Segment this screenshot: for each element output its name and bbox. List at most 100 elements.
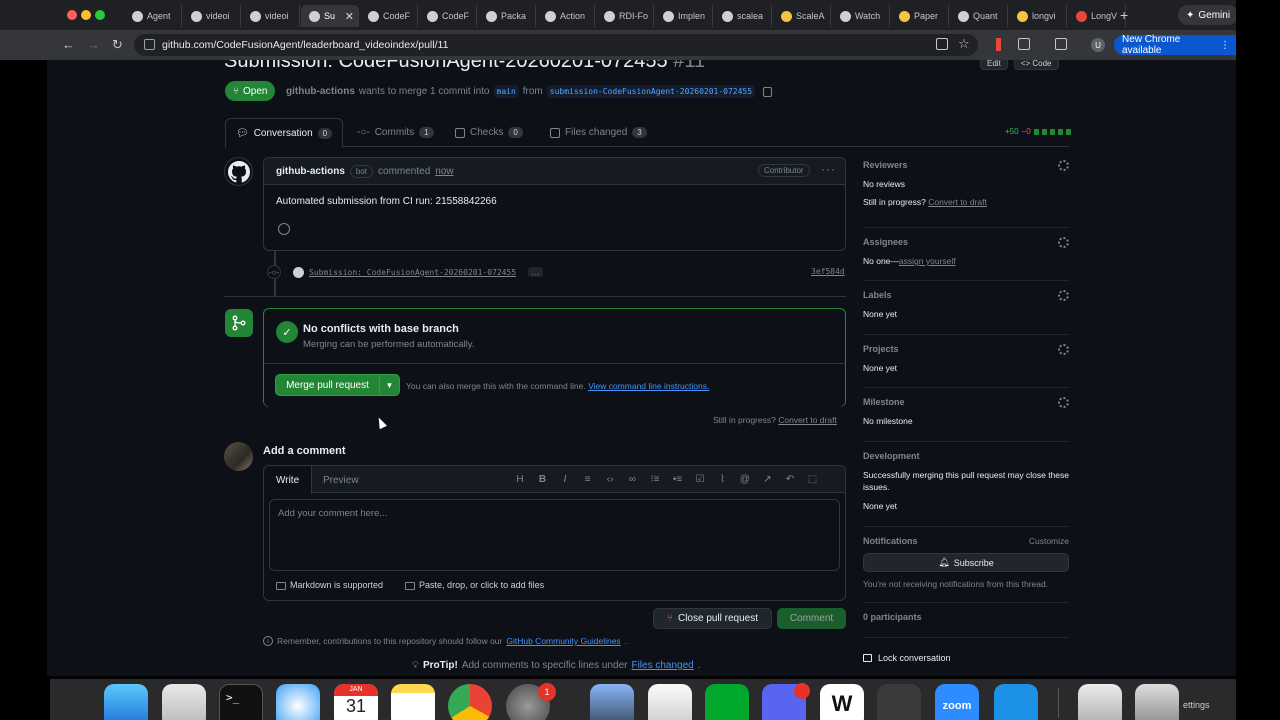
reload-icon[interactable]: ↻ bbox=[112, 37, 123, 53]
extension-icon[interactable] bbox=[996, 38, 1001, 51]
browser-tab[interactable]: longvi bbox=[1009, 5, 1067, 27]
bookmark-star-icon[interactable]: ☆ bbox=[958, 36, 970, 52]
new-chrome-available-button[interactable]: New Chrome available ⋮ bbox=[1114, 34, 1236, 56]
code-button[interactable]: <> Code bbox=[1013, 60, 1059, 70]
merge-pull-request-button[interactable]: Merge pull request bbox=[275, 374, 380, 396]
new-tab-button[interactable]: + bbox=[1120, 7, 1128, 23]
browser-tab[interactable]: Paper bbox=[891, 5, 949, 27]
tab-conversation[interactable]: 💬︎ Conversation 0 bbox=[225, 118, 344, 148]
files-changed-link[interactable]: Files changed bbox=[631, 660, 693, 671]
finder-icon[interactable] bbox=[104, 684, 148, 720]
browser-tab[interactable]: LongV bbox=[1068, 5, 1126, 27]
preview-icon[interactable] bbox=[590, 684, 634, 720]
gear-icon[interactable] bbox=[1058, 290, 1069, 301]
close-tab-icon[interactable]: ✕ bbox=[345, 10, 354, 23]
gear-icon[interactable] bbox=[1058, 397, 1069, 408]
convert-to-draft-link[interactable]: Convert to draft bbox=[778, 415, 837, 425]
trash-icon[interactable] bbox=[1135, 684, 1179, 720]
attach-icon[interactable]: ⌇ bbox=[717, 474, 729, 485]
gear-icon[interactable] bbox=[1058, 160, 1069, 171]
browser-tab[interactable]: Su ✕ bbox=[301, 5, 359, 27]
site-info-icon[interactable] bbox=[144, 39, 155, 50]
expand-commit-button[interactable]: … bbox=[528, 267, 543, 277]
subscribe-button[interactable]: 🔔︎ Subscribe bbox=[863, 553, 1069, 572]
projects-heading[interactable]: Projects bbox=[863, 344, 1069, 354]
heading-icon[interactable]: H bbox=[514, 474, 526, 485]
add-reaction-icon[interactable] bbox=[278, 223, 290, 235]
browser-tab[interactable]: videoi bbox=[183, 5, 241, 27]
comment-author[interactable]: github-actions bbox=[276, 166, 345, 177]
close-pull-request-button[interactable]: ⑂ Close pull request bbox=[653, 608, 772, 629]
task-list-icon[interactable]: ☑ bbox=[694, 474, 706, 485]
browser-tab[interactable]: Implen bbox=[655, 5, 713, 27]
browser-tab[interactable]: Quant bbox=[950, 5, 1008, 27]
more-options-icon[interactable]: ··· bbox=[821, 162, 836, 176]
tab-checks[interactable]: Checks 0 bbox=[445, 118, 533, 147]
github-actions-avatar[interactable] bbox=[224, 157, 253, 186]
safari-icon[interactable] bbox=[276, 684, 320, 720]
commit-sha[interactable]: 3ef584d bbox=[811, 267, 845, 276]
community-guidelines-link[interactable]: GitHub Community Guidelines bbox=[506, 636, 620, 646]
docker-icon[interactable] bbox=[994, 684, 1038, 720]
numbered-list-icon[interactable]: ⁝≡ bbox=[649, 474, 661, 485]
convert-to-draft-link[interactable]: Convert to draft bbox=[928, 197, 987, 207]
cross-reference-icon[interactable]: ↗ bbox=[762, 474, 774, 485]
minimize-window-button[interactable] bbox=[81, 10, 91, 20]
evernote-icon[interactable] bbox=[705, 684, 749, 720]
code-icon[interactable]: ‹› bbox=[604, 474, 616, 485]
base-branch[interactable]: main bbox=[493, 85, 519, 98]
extensions-puzzle-icon[interactable] bbox=[1018, 38, 1030, 50]
close-window-button[interactable] bbox=[67, 10, 77, 20]
browser-tab[interactable]: videoi bbox=[242, 5, 300, 27]
assign-yourself-link[interactable]: assign yourself bbox=[899, 256, 956, 266]
saved-replies-icon[interactable]: ⬚ bbox=[807, 474, 819, 485]
comment-button[interactable]: Comment bbox=[777, 608, 846, 629]
merge-method-dropdown[interactable]: ▼ bbox=[379, 374, 400, 396]
tab-commits[interactable]: -○- Commits 1 bbox=[347, 118, 444, 147]
browser-tab[interactable]: Packa bbox=[478, 5, 536, 27]
tab-write[interactable]: Write bbox=[264, 466, 313, 494]
tab-preview[interactable]: Preview bbox=[311, 466, 371, 494]
lock-conversation-button[interactable]: Lock conversation bbox=[863, 653, 1069, 663]
gear-icon[interactable] bbox=[1058, 344, 1069, 355]
bulleted-list-icon[interactable]: •≡ bbox=[672, 474, 684, 485]
markdown-supported[interactable]: Markdown is supported bbox=[276, 580, 383, 590]
quote-icon[interactable]: ≡ bbox=[582, 474, 594, 485]
zoom-icon[interactable]: zoom bbox=[935, 684, 979, 720]
comment-textarea[interactable]: Add your comment here... bbox=[269, 499, 840, 571]
browser-tab[interactable]: Action bbox=[537, 5, 595, 27]
browser-tab[interactable]: scalea bbox=[714, 5, 772, 27]
profile-avatar[interactable]: U bbox=[1091, 38, 1105, 52]
chrome-icon[interactable] bbox=[448, 684, 492, 720]
calculator-icon[interactable] bbox=[877, 684, 921, 720]
head-branch[interactable]: submission-CodeFusionAgent-20260201-0724… bbox=[546, 85, 756, 98]
pr-author-link[interactable]: github-actions bbox=[286, 86, 355, 97]
commit-message[interactable]: Submission: CodeFusionAgent-20260201-072… bbox=[293, 266, 516, 278]
assignees-heading[interactable]: Assignees bbox=[863, 237, 1069, 247]
reviewers-heading[interactable]: Reviewers bbox=[863, 160, 1069, 170]
milestone-heading[interactable]: Milestone bbox=[863, 397, 1069, 407]
browser-tab[interactable]: Agent bbox=[124, 5, 182, 27]
attach-files[interactable]: Paste, drop, or click to add files bbox=[405, 580, 544, 590]
mention-icon[interactable]: @ bbox=[739, 474, 751, 485]
browser-tab[interactable]: Watch bbox=[832, 5, 890, 27]
side-panel-icon[interactable] bbox=[1055, 38, 1067, 50]
browser-tab[interactable]: CodeF bbox=[360, 5, 418, 27]
edit-button[interactable]: Edit bbox=[980, 60, 1008, 70]
address-bar[interactable]: github.com/CodeFusionAgent/leaderboard_v… bbox=[134, 34, 978, 56]
gemini-button[interactable]: ✦ Gemini bbox=[1178, 5, 1239, 25]
terminal-icon[interactable]: >_ bbox=[219, 684, 263, 720]
customize-link[interactable]: Customize bbox=[1029, 536, 1069, 546]
notes-icon[interactable] bbox=[391, 684, 435, 720]
command-line-instructions-link[interactable]: View command line instructions. bbox=[588, 381, 709, 391]
forward-icon[interactable]: → bbox=[87, 37, 100, 52]
gear-icon[interactable] bbox=[1058, 237, 1069, 248]
back-icon[interactable]: ← bbox=[62, 37, 75, 52]
link-icon[interactable]: ∞ bbox=[627, 474, 639, 485]
install-app-icon[interactable] bbox=[936, 38, 948, 50]
browser-tab[interactable]: RDI-Fo bbox=[596, 5, 654, 27]
documents-stack-icon[interactable] bbox=[1078, 684, 1122, 720]
bold-icon[interactable]: B bbox=[537, 474, 549, 485]
browser-tab[interactable]: CodeF bbox=[419, 5, 477, 27]
italic-icon[interactable]: I bbox=[559, 474, 571, 485]
